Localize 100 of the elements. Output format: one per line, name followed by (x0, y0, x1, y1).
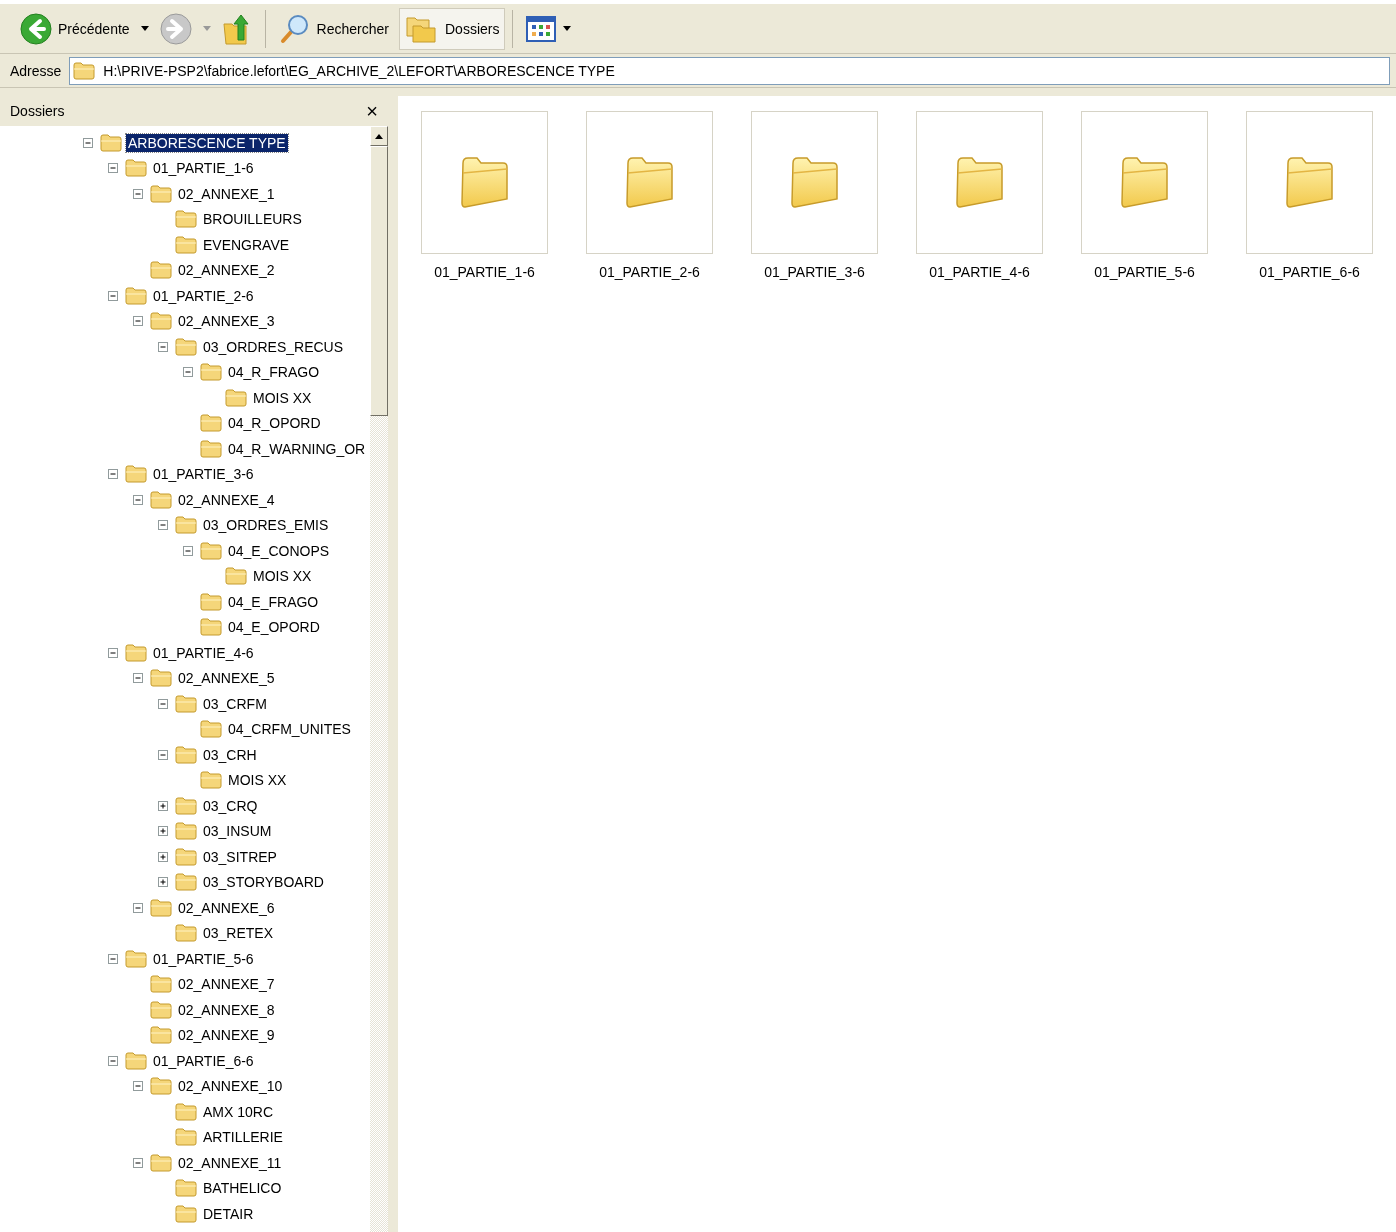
tree-item[interactable]: 02_ANNEXE_10 (176, 1077, 285, 1096)
collapse-icon[interactable] (183, 367, 193, 378)
tree-item[interactable]: 04_E_FRAGO (226, 592, 321, 611)
folder-name: 01_PARTIE_3-6 (763, 263, 866, 281)
tree-item[interactable]: 01_PARTIE_1-6 (151, 159, 256, 178)
collapse-icon[interactable] (108, 163, 118, 174)
expand-icon[interactable] (158, 800, 168, 811)
tree-item[interactable]: 03_ORDRES_RECUS (201, 337, 346, 356)
tree-item[interactable]: 01_PARTIE_4-6 (151, 643, 256, 662)
tree-item[interactable]: 02_ANNEXE_9 (176, 1026, 277, 1045)
folder-icon (175, 822, 197, 841)
collapse-icon[interactable] (158, 520, 168, 531)
tree-item[interactable]: 02_ANNEXE_1 (176, 184, 277, 203)
folder-thumbnail[interactable] (421, 111, 548, 254)
close-button[interactable]: × (364, 101, 380, 121)
collapse-icon[interactable] (133, 673, 143, 684)
caret-icon[interactable] (139, 25, 150, 32)
tree-item[interactable]: 02_ANNEXE_7 (176, 975, 277, 994)
folder-thumbnail[interactable] (751, 111, 878, 254)
back-button[interactable]: Précédente (14, 7, 136, 50)
folder-thumbnail[interactable] (1081, 111, 1208, 254)
folder-icon (200, 541, 222, 560)
tree-item[interactable]: 01_PARTIE_6-6 (151, 1051, 256, 1070)
tree-item[interactable]: 04_R_OPORD (226, 414, 323, 433)
tree-item[interactable]: 03_RETEX (201, 924, 276, 943)
tree-item[interactable]: MOIS XX (251, 567, 314, 586)
folder-name: 01_PARTIE_6-6 (1258, 263, 1361, 281)
folder-icon (150, 184, 172, 203)
expand-icon[interactable] (158, 877, 168, 888)
collapse-icon[interactable] (108, 469, 118, 480)
folder-icon (175, 516, 197, 535)
caret-icon[interactable] (562, 25, 573, 32)
tree-item[interactable]: 01_PARTIE_5-6 (151, 949, 256, 968)
tree-item[interactable]: 04_E_OPORD (226, 618, 322, 637)
tree-item[interactable]: 03_ORDRES_EMIS (201, 516, 331, 535)
tree-item[interactable]: EVENGRAVE (201, 235, 292, 254)
collapse-icon[interactable] (133, 494, 143, 505)
tree-item[interactable]: 02_ANNEXE_6 (176, 898, 277, 917)
folder-icon (175, 1179, 197, 1198)
collapse-icon[interactable] (83, 137, 93, 148)
tree-item[interactable]: DETAIR (201, 1204, 256, 1223)
tree-item[interactable]: 03_STORYBOARD (201, 873, 326, 892)
expand-icon[interactable] (158, 851, 168, 862)
folder-icon (175, 694, 197, 713)
tree-item[interactable]: MOIS XX (251, 388, 314, 407)
tree-item[interactable]: 03_SITREP (201, 847, 279, 866)
tree-item[interactable]: 04_R_WARNING_OR (226, 439, 368, 458)
collapse-icon[interactable] (108, 647, 118, 658)
folders-button[interactable]: Dossiers (399, 7, 506, 50)
collapse-icon[interactable] (158, 749, 168, 760)
tree-item[interactable]: ARBORESCENCE TYPE (126, 133, 288, 152)
search-button[interactable]: Rechercher (272, 7, 395, 50)
collapse-icon[interactable] (158, 698, 168, 709)
folder-icon (623, 154, 676, 211)
collapse-icon[interactable] (158, 341, 168, 352)
tree-item[interactable]: 04_CRFM_UNITES (226, 720, 353, 739)
tree-item[interactable]: 02_ANNEXE_5 (176, 669, 277, 688)
tree-item[interactable]: 02_ANNEXE_4 (176, 490, 277, 509)
tree-item[interactable]: AMX 10RC (201, 1102, 276, 1121)
collapse-icon[interactable] (133, 1157, 143, 1168)
tree-item[interactable]: 04_E_CONOPS (226, 541, 332, 560)
tree-item[interactable]: 04_R_FRAGO (226, 363, 322, 382)
scroll-up-icon[interactable] (375, 133, 383, 139)
scrollbar[interactable] (370, 126, 388, 1232)
scroll-thumb[interactable] (370, 146, 388, 416)
folder-icon (150, 490, 172, 509)
tree-item[interactable]: ARTILLERIE (201, 1128, 285, 1147)
collapse-icon[interactable] (108, 1055, 118, 1066)
folder-icon (150, 898, 172, 917)
tree-item[interactable]: 01_PARTIE_3-6 (151, 465, 256, 484)
collapse-icon[interactable] (183, 545, 193, 556)
expand-icon[interactable] (158, 826, 168, 837)
tree-item[interactable]: 02_ANNEXE_11 (176, 1153, 284, 1172)
folder-thumbnail[interactable] (1246, 111, 1373, 254)
tree-item[interactable]: 02_ANNEXE_3 (176, 312, 277, 331)
tree-item[interactable]: MOIS XX (226, 771, 289, 790)
folder-thumbnail[interactable] (586, 111, 713, 254)
tree-item[interactable]: BROUILLEURS (201, 210, 304, 229)
tree-item[interactable]: BATHELICO (201, 1179, 284, 1198)
folder-icon (175, 1102, 197, 1121)
tree-item[interactable]: 02_ANNEXE_8 (176, 1000, 277, 1019)
tree-item[interactable]: 03_CRQ (201, 796, 260, 815)
address-field[interactable]: H:\PRIVE-PSP2\fabrice.lefort\EG_ARCHIVE_2\LEFORT\ARBORESCENCE TYPE (69, 56, 1390, 85)
tree-item[interactable]: 01_PARTIE_2-6 (151, 286, 256, 305)
folder-thumbnail[interactable] (916, 111, 1043, 254)
folder-icon (150, 669, 172, 688)
tree-item[interactable]: 03_CRH (201, 745, 259, 764)
folder-icon (225, 388, 247, 407)
collapse-icon[interactable] (108, 290, 118, 301)
tree-item[interactable]: 02_ANNEXE_2 (176, 261, 277, 280)
folder-icon (150, 975, 172, 994)
collapse-icon[interactable] (133, 316, 143, 327)
tree-item[interactable]: 03_CRFM (201, 694, 269, 713)
collapse-icon[interactable] (108, 953, 118, 964)
folder-name: 01_PARTIE_2-6 (598, 263, 701, 281)
folder-icon (200, 414, 222, 433)
collapse-icon[interactable] (133, 188, 143, 199)
collapse-icon[interactable] (133, 902, 143, 913)
tree-item[interactable]: 03_INSUM (201, 822, 274, 841)
collapse-icon[interactable] (133, 1081, 143, 1092)
